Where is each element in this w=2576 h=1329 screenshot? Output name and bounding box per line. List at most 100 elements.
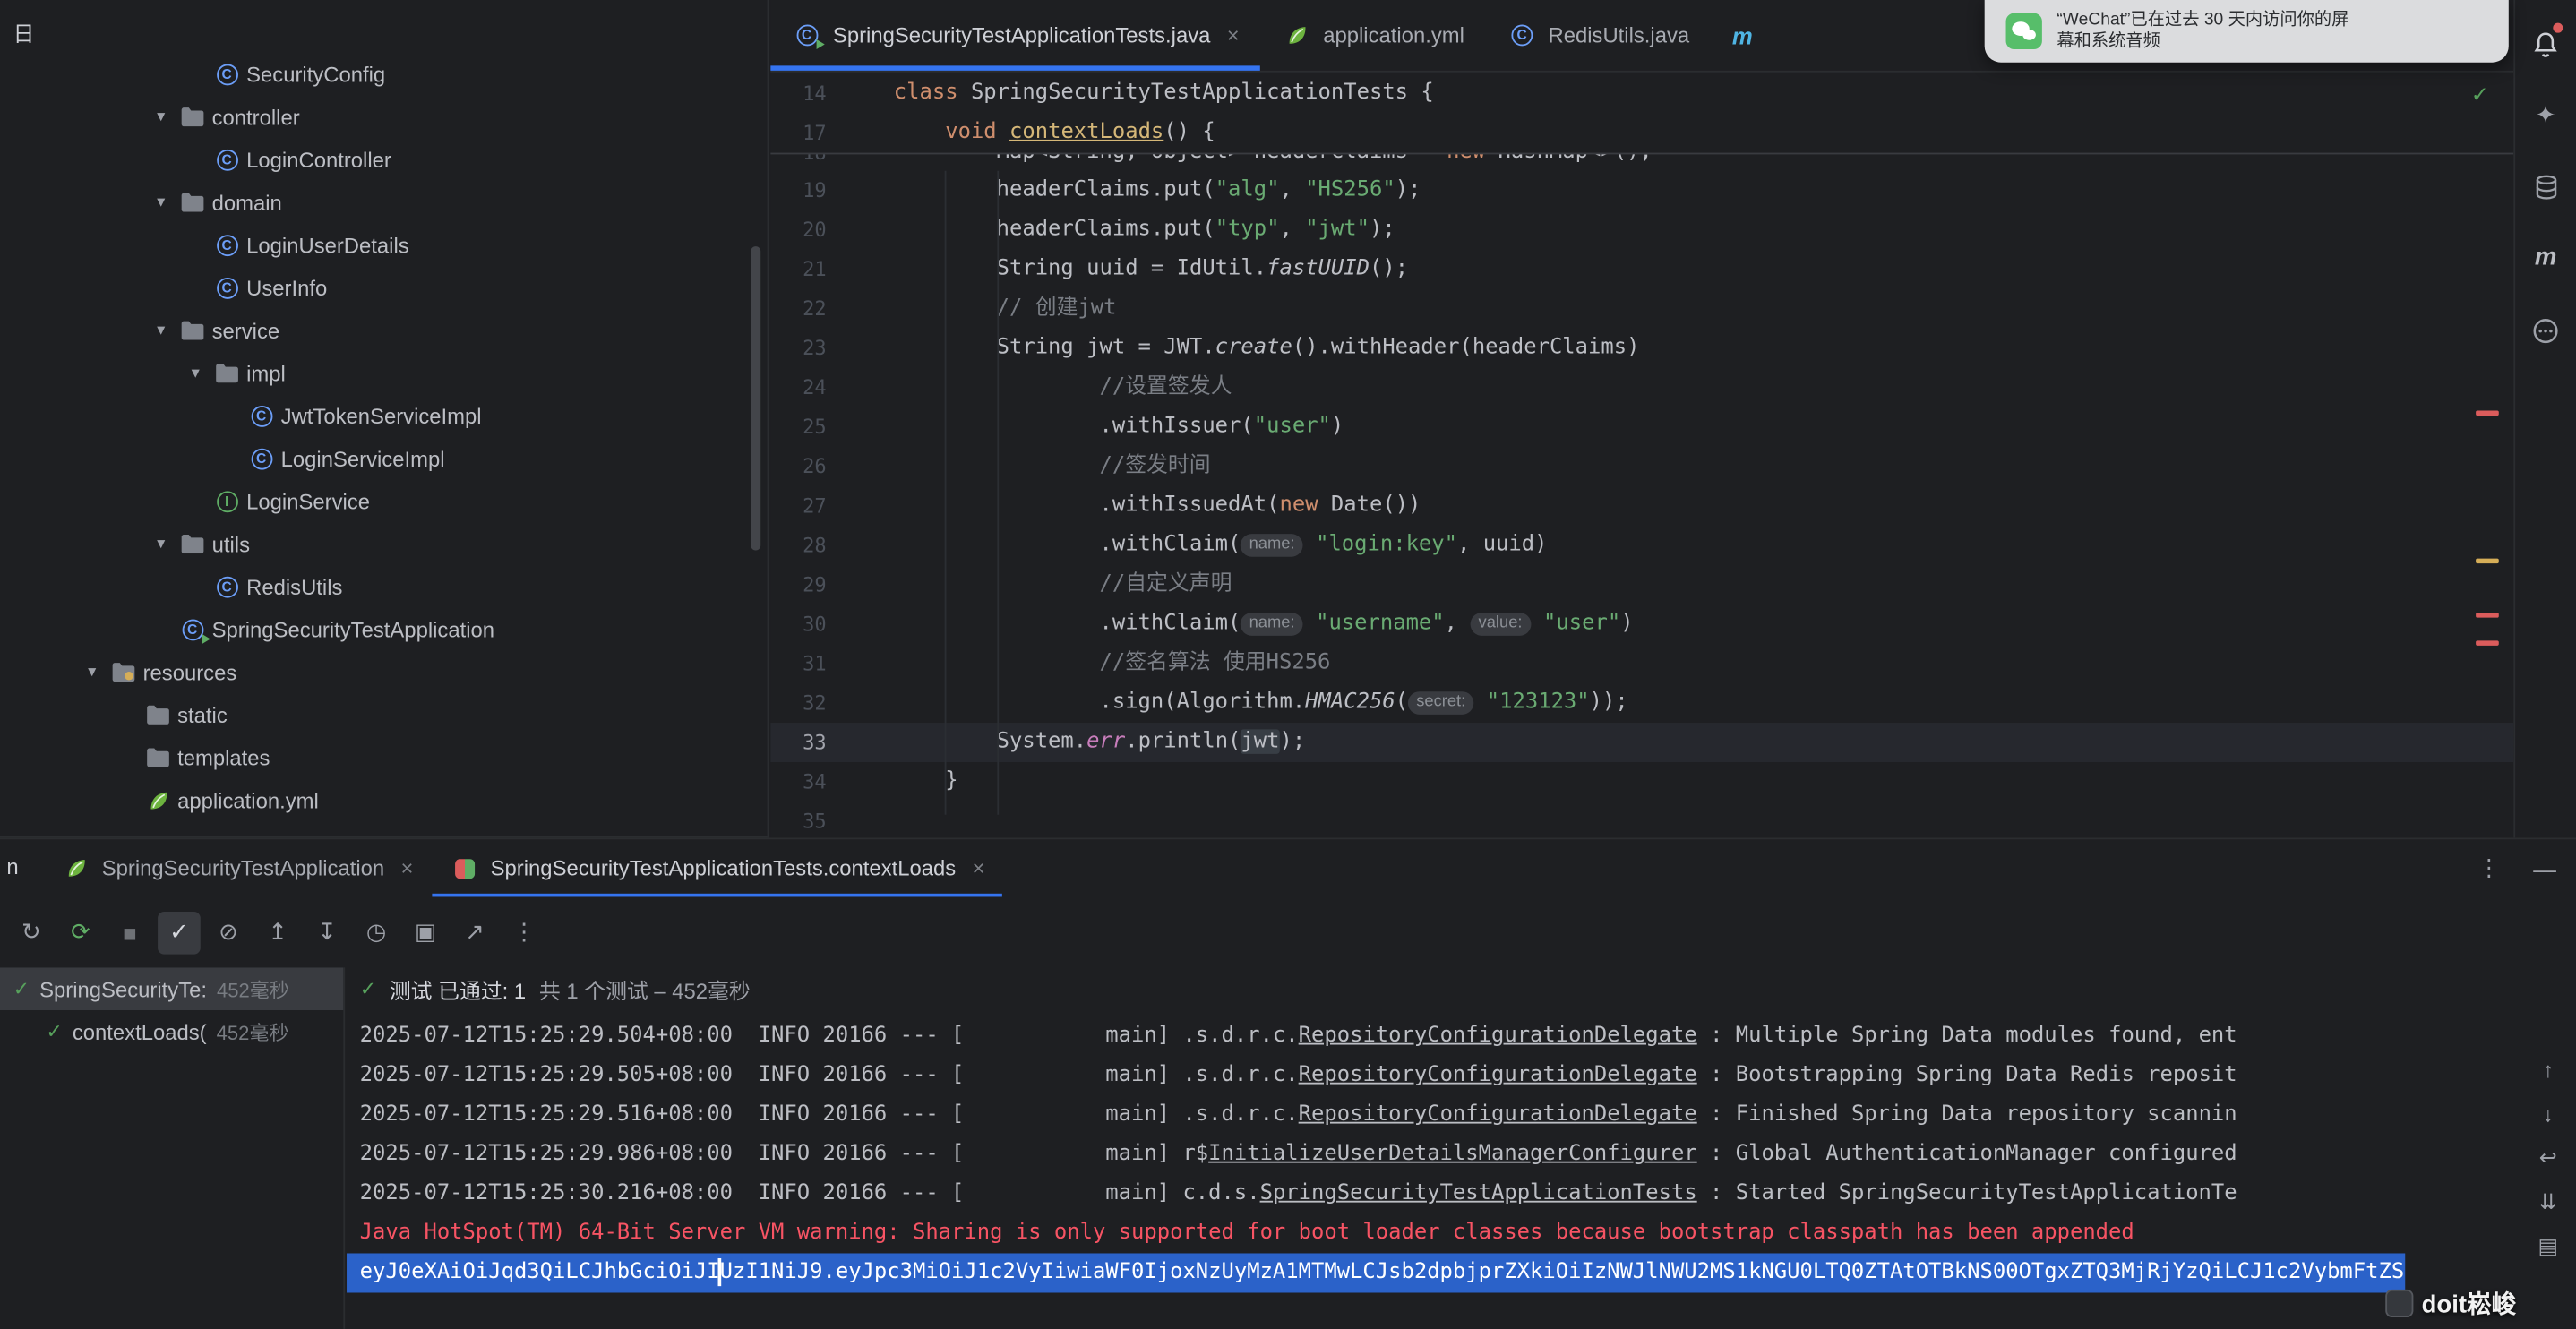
- tree-item-LoginServiceImpl[interactable]: CLoginServiceImpl: [0, 437, 751, 480]
- tree-item-label: RedisUtils: [246, 574, 342, 599]
- notifications-bell-icon[interactable]: [2515, 20, 2576, 69]
- close-tab-icon[interactable]: ×: [401, 856, 414, 881]
- tree-item-label: domain: [212, 190, 282, 215]
- console-line[interactable]: eyJ0eXAiOiJqd3QiLCJhbGciOiJIUzI1NiJ9.eyJ…: [347, 1253, 2405, 1292]
- show-ignored-icon[interactable]: ⊘: [207, 911, 250, 954]
- tree-item-LoginUserDetails[interactable]: CLoginUserDetails: [0, 223, 751, 266]
- close-tab-icon[interactable]: ×: [973, 856, 985, 881]
- maven-tool-icon[interactable]: m: [2515, 232, 2576, 281]
- tree-item-UserInfo[interactable]: CUserInfo: [0, 266, 751, 309]
- tree-item-utils[interactable]: ▾utils: [0, 522, 751, 565]
- run-console[interactable]: ✓ 测试 已通过: 1共 1 个测试 – 452毫秒 2025-07-12T15…: [347, 967, 2576, 1329]
- tree-item-service[interactable]: ▾service: [0, 309, 751, 352]
- code-line-23: 23 String jwt = JWT.create().withHeader(…: [770, 329, 2513, 368]
- chevron-down-icon[interactable]: ▾: [144, 193, 177, 211]
- export-icon[interactable]: ↗: [453, 911, 496, 954]
- error-stripe-mark[interactable]: [2476, 613, 2499, 618]
- console-line[interactable]: 2025-07-12T15:25:30.216+08:00 INFO 20166…: [360, 1174, 2576, 1213]
- class-icon: C: [246, 405, 276, 426]
- run-tab-SpringSecurityTestApplicationTests.contextLoads[interactable]: SpringSecurityTestApplicationTests.conte…: [432, 839, 1003, 896]
- chevron-down-icon[interactable]: ▾: [144, 107, 177, 125]
- project-tree-scrollbar[interactable]: [751, 246, 760, 550]
- more-options-icon[interactable]: ⋮: [502, 911, 545, 954]
- stop-icon[interactable]: ■: [108, 911, 151, 954]
- console-line[interactable]: 2025-07-12T15:25:29.516+08:00 INFO 20166…: [360, 1095, 2576, 1135]
- tree-item-SecurityConfig[interactable]: CSecurityConfig: [0, 53, 751, 96]
- error-stripe-mark[interactable]: [2476, 411, 2499, 416]
- test-results-tree: ✓SpringSecurityTe:452毫秒✓contextLoads(452…: [0, 967, 345, 1329]
- scroll-to-end-icon[interactable]: ⇊: [2531, 1186, 2564, 1219]
- snapshot-icon[interactable]: ▣: [404, 911, 447, 954]
- test-tree-item-contextLoads([interactable]: ✓contextLoads(452毫秒: [0, 1010, 343, 1053]
- tree-item-application.yml[interactable]: application.yml: [0, 778, 751, 821]
- editor-tab-application.yml[interactable]: application.yml: [1261, 0, 1486, 71]
- editor-tab-SpringSecurityTestApplicationTests.java[interactable]: CSpringSecurityTestApplicationTests.java…: [770, 0, 1260, 71]
- test-runner-body: ✓SpringSecurityTe:452毫秒✓contextLoads(452…: [0, 967, 2576, 1329]
- run-tab-bar: SpringSecurityTestApplication×SpringSecu…: [0, 839, 2576, 896]
- folder-icon: [143, 748, 173, 767]
- close-tab-icon[interactable]: ×: [1227, 23, 1240, 48]
- soft-wrap-icon[interactable]: ↩: [2531, 1142, 2564, 1175]
- interface-icon: I: [212, 491, 242, 512]
- console-line[interactable]: Java HotSpot(TM) 64-Bit Server VM warnin…: [360, 1213, 2576, 1253]
- spring-config-icon: [1282, 25, 1311, 47]
- chevron-down-icon[interactable]: ▾: [75, 663, 108, 681]
- ai-assistant-icon[interactable]: ✦: [2515, 90, 2576, 140]
- check-icon: ✓: [360, 977, 376, 1000]
- error-stripe-mark[interactable]: [2476, 640, 2499, 646]
- tree-item-LoginController[interactable]: CLoginController: [0, 138, 751, 181]
- class-run-icon: C: [177, 619, 207, 640]
- tree-item-RedisUtils[interactable]: CRedisUtils: [0, 565, 751, 608]
- test-class-icon: C: [792, 25, 821, 47]
- console-line[interactable]: 2025-07-12T15:25:29.504+08:00 INFO 20166…: [360, 1016, 2576, 1056]
- editor-tab-RedisUtils.java[interactable]: CRedisUtils.java: [1486, 0, 1711, 71]
- rerun-icon[interactable]: ↻: [10, 911, 53, 954]
- tree-item-impl[interactable]: ▾impl: [0, 352, 751, 395]
- folder-icon: [177, 534, 207, 553]
- tree-item-label: SpringSecurityTestApplication: [212, 617, 494, 642]
- code-line-28: 28 .withClaim(name: "login:key", uuid): [770, 526, 2513, 565]
- tree-item-resources[interactable]: ▾resources: [0, 650, 751, 693]
- editor-tab-m[interactable]: m: [1711, 0, 1774, 71]
- hide-panel-icon[interactable]: —: [2533, 855, 2556, 881]
- console-line[interactable]: 2025-07-12T15:25:29.505+08:00 INFO 20166…: [360, 1056, 2576, 1095]
- tree-item-templates[interactable]: templates: [0, 736, 751, 779]
- chevron-down-icon[interactable]: ▾: [144, 322, 177, 339]
- test-name: SpringSecurityTe:: [39, 976, 207, 1001]
- spring-boot-icon: [61, 857, 90, 879]
- test-tree-item-SpringSecurityTe:[interactable]: ✓SpringSecurityTe:452毫秒: [0, 967, 343, 1010]
- database-icon[interactable]: [2515, 163, 2576, 212]
- right-tool-strip: ✦m: [2513, 0, 2576, 837]
- error-stripe-mark[interactable]: [2476, 559, 2499, 564]
- plugins-icon[interactable]: [2515, 305, 2576, 355]
- sort-alphabetically-icon[interactable]: ↥: [256, 911, 299, 954]
- code-editor[interactable]: 14class SpringSecurityTestApplicationTes…: [770, 74, 2513, 838]
- scroll-up-icon[interactable]: ↑: [2531, 1053, 2564, 1086]
- tree-item-domain[interactable]: ▾ domain: [0, 181, 751, 224]
- notification-text: “WeChat”已在过去 30 天内访问你的屏幕和系统音频: [2057, 10, 2348, 53]
- tree-item-controller[interactable]: ▾controller: [0, 95, 751, 138]
- watermark: doit崧峻: [2385, 1286, 2516, 1321]
- test-history-icon[interactable]: ◷: [355, 911, 398, 954]
- inspections-ok-icon[interactable]: ✓: [2471, 82, 2489, 108]
- notification-toast[interactable]: “WeChat”已在过去 30 天内访问你的屏幕和系统音频: [1985, 0, 2509, 63]
- print-icon[interactable]: ▤: [2531, 1230, 2564, 1264]
- chevron-down-icon[interactable]: ▾: [179, 364, 212, 382]
- line-number: 30: [770, 604, 826, 644]
- tree-item-JwtTokenServiceImpl[interactable]: CJwtTokenServiceImpl: [0, 394, 751, 437]
- sort-by-duration-icon[interactable]: ↧: [305, 911, 348, 954]
- scroll-down-icon[interactable]: ↓: [2531, 1097, 2564, 1130]
- chevron-down-icon[interactable]: ▾: [144, 535, 177, 553]
- run-tab-SpringSecurityTestApplication[interactable]: SpringSecurityTestApplication×: [43, 839, 432, 896]
- tree-item-SpringSecurityTestApplication[interactable]: CSpringSecurityTestApplication: [0, 608, 751, 651]
- more-options-icon[interactable]: ⋮: [2477, 854, 2501, 882]
- show-passed-icon[interactable]: ✓: [158, 911, 201, 954]
- line-number: 26: [770, 447, 826, 486]
- tree-item-static[interactable]: static: [0, 693, 751, 736]
- console-line[interactable]: 2025-07-12T15:25:29.986+08:00 INFO 20166…: [360, 1135, 2576, 1174]
- rerun-failed-tests-icon[interactable]: ⟳: [59, 911, 102, 954]
- console-output[interactable]: 2025-07-12T15:25:29.504+08:00 INFO 20166…: [347, 1016, 2576, 1328]
- tree-item-LoginService[interactable]: ILoginService: [0, 480, 751, 523]
- watermark-text: doit崧峻: [2422, 1286, 2516, 1321]
- code-line-30: 30 .withClaim(name: "username", value: "…: [770, 604, 2513, 644]
